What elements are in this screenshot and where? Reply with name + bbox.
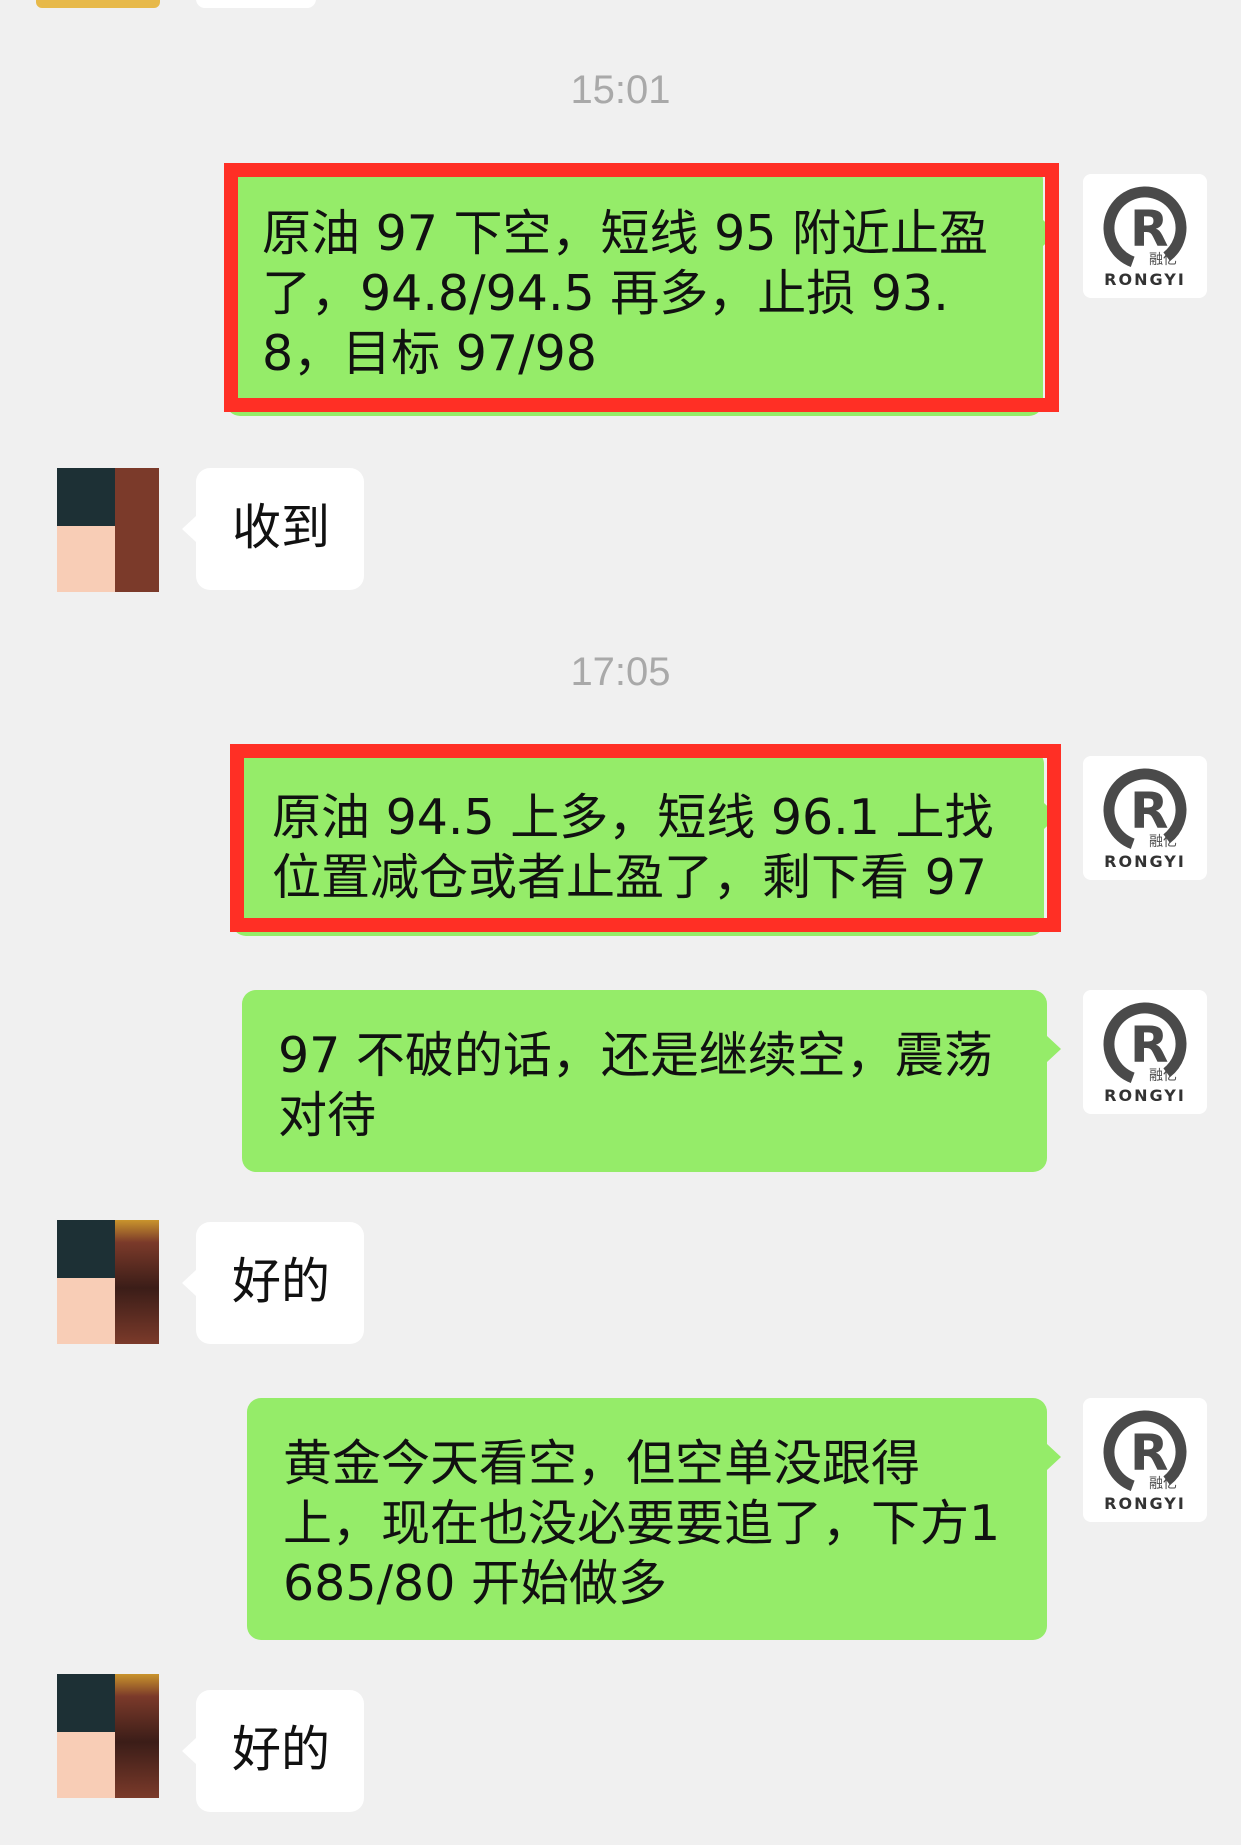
highlight-box bbox=[224, 163, 1059, 412]
bubble-tail bbox=[182, 1738, 196, 1764]
timestamp: 15:01 bbox=[570, 68, 671, 112]
user-avatar[interactable] bbox=[57, 1674, 159, 1798]
rongyi-avatar[interactable]: R 融亿 RONGYI bbox=[1083, 174, 1207, 298]
message-bubble-incoming[interactable]: 好的 bbox=[196, 1690, 364, 1812]
svg-text:R: R bbox=[1130, 200, 1169, 258]
timestamp: 17:05 bbox=[570, 650, 671, 694]
svg-text:融亿: 融亿 bbox=[1149, 1476, 1177, 1492]
svg-text:融亿: 融亿 bbox=[1149, 834, 1177, 850]
partial-avatar-top bbox=[36, 0, 160, 8]
rongyi-logo-icon: R 融亿 RONGYI bbox=[1103, 768, 1187, 871]
rongyi-avatar[interactable]: R 融亿 RONGYI bbox=[1083, 1398, 1207, 1522]
rongyi-logo-icon: R 融亿 RONGYI bbox=[1103, 1002, 1187, 1105]
svg-text:融亿: 融亿 bbox=[1149, 252, 1177, 268]
message-bubble-incoming[interactable]: 好的 bbox=[196, 1222, 364, 1344]
message-bubble-outgoing[interactable]: 97 不破的话，还是继续空，震荡对待 bbox=[242, 990, 1047, 1172]
svg-text:RONGYI: RONGYI bbox=[1104, 270, 1186, 289]
svg-text:融亿: 融亿 bbox=[1149, 1068, 1177, 1084]
bubble-tail bbox=[182, 1270, 196, 1296]
svg-text:R: R bbox=[1130, 782, 1169, 840]
message-text: 收到 bbox=[232, 499, 331, 556]
svg-text:R: R bbox=[1130, 1424, 1169, 1482]
user-avatar[interactable] bbox=[57, 468, 159, 592]
message-bubble-incoming[interactable]: 收到 bbox=[196, 468, 364, 590]
message-text: 97 不破的话，还是继续空，震荡对待 bbox=[278, 1027, 993, 1144]
partial-bubble-top bbox=[196, 0, 316, 8]
rongyi-logo-icon: R 融亿 RONGYI bbox=[1103, 1410, 1187, 1513]
bubble-tail bbox=[182, 516, 196, 542]
user-avatar[interactable] bbox=[57, 1220, 159, 1344]
message-bubble-outgoing[interactable]: 黄金今天看空，但空单没跟得上，现在也没必要要追了，下方1685/80 开始做多 bbox=[247, 1398, 1047, 1640]
rongyi-logo-icon: R 融亿 RONGYI bbox=[1103, 186, 1187, 289]
rongyi-avatar[interactable]: R 融亿 RONGYI bbox=[1083, 990, 1207, 1114]
bubble-tail bbox=[1047, 1444, 1061, 1470]
svg-text:RONGYI: RONGYI bbox=[1104, 852, 1186, 871]
svg-text:RONGYI: RONGYI bbox=[1104, 1086, 1186, 1105]
message-text: 好的 bbox=[232, 1721, 331, 1778]
message-text: 好的 bbox=[232, 1253, 331, 1310]
svg-text:R: R bbox=[1130, 1016, 1169, 1074]
message-text: 黄金今天看空，但空单没跟得上，现在也没必要要追了，下方1685/80 开始做多 bbox=[283, 1435, 1001, 1612]
rongyi-avatar[interactable]: R 融亿 RONGYI bbox=[1083, 756, 1207, 880]
highlight-box bbox=[230, 744, 1061, 932]
svg-text:RONGYI: RONGYI bbox=[1104, 1494, 1186, 1513]
bubble-tail bbox=[1047, 1036, 1061, 1062]
